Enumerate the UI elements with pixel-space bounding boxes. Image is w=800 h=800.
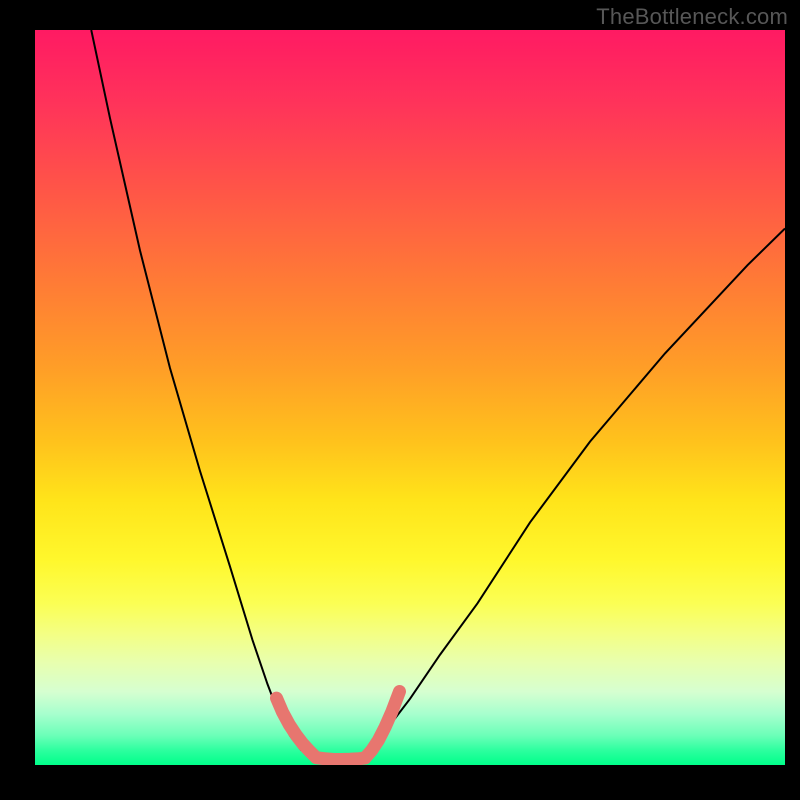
chart-frame: TheBottleneck.com [0,0,800,800]
series-curve-left [91,30,301,750]
curve-layer [35,30,785,765]
series-overlay-salmon-left [277,698,317,758]
series-curve-right [373,228,786,750]
series-overlay-salmon-bottom [316,758,365,760]
watermark-text: TheBottleneck.com [596,4,788,30]
series-overlay-salmon-right [365,692,400,759]
plot-area [35,30,785,765]
